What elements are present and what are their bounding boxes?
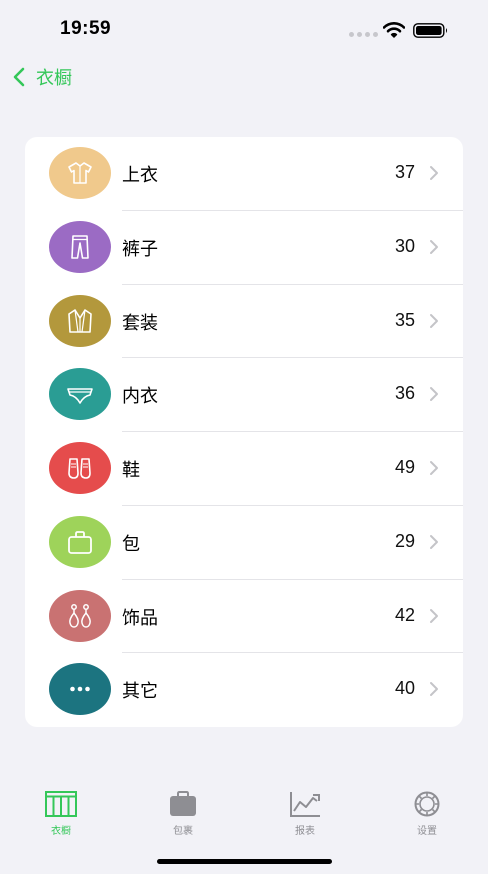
tab-bar: 衣橱 包裹 报表 设置 <box>0 790 488 846</box>
chevron-left-icon <box>13 67 25 87</box>
tab-package[interactable]: 包裹 <box>143 790 223 842</box>
category-row[interactable]: 裤子 30 <box>25 211 463 285</box>
category-count: 49 <box>394 457 415 477</box>
category-label: 上衣 <box>122 165 158 186</box>
chevron-right-icon <box>430 239 438 254</box>
earrings-icon <box>69 603 91 628</box>
pants-icon <box>71 234 89 259</box>
chevron-right-icon <box>430 387 438 402</box>
status-time: 19:59 <box>60 18 112 39</box>
cellular-signal-icon <box>349 32 378 37</box>
chevron-right-icon <box>430 166 438 180</box>
category-icon-badge <box>49 220 111 273</box>
chart-icon <box>290 792 320 817</box>
tab-label: 设置 <box>417 826 437 837</box>
category-row[interactable]: 其它 40 <box>25 653 463 727</box>
category-count: 36 <box>394 383 415 404</box>
underwear-icon <box>67 388 93 405</box>
category-icon-badge <box>49 442 111 494</box>
tab-settings[interactable]: 设置 <box>387 790 467 842</box>
chevron-right-icon <box>430 608 438 623</box>
category-row[interactable]: 饰品 42 <box>25 580 463 654</box>
bag-icon <box>68 530 92 554</box>
category-row[interactable]: 套装 35 <box>25 285 463 359</box>
category-row[interactable]: 上衣 37 <box>25 137 463 211</box>
category-label: 套装 <box>122 312 158 334</box>
chevron-right-icon <box>430 461 438 475</box>
category-label: 鞋 <box>122 460 140 481</box>
chevron-right-icon <box>430 313 438 328</box>
tab-wardrobe[interactable]: 衣橱 <box>21 790 101 842</box>
suit-icon <box>68 308 92 333</box>
back-button[interactable]: 衣橱 <box>10 62 72 92</box>
status-bar: 19:59 <box>0 0 488 56</box>
category-row[interactable]: 内衣 36 <box>25 358 463 432</box>
category-label: 内衣 <box>122 386 158 408</box>
category-icon-badge <box>49 589 111 642</box>
category-list: 上衣 37 裤子 30 套装 35 内衣 36 鞋 49 包 29 饰品 42 … <box>25 137 463 727</box>
category-icon-badge <box>49 294 111 347</box>
app-screen: 19:59 衣橱 上衣 37 裤子 30 套装 35 内衣 36 鞋 49 包 … <box>0 0 488 874</box>
tab-label: 衣橱 <box>51 826 71 837</box>
category-count: 42 <box>394 604 415 625</box>
home-indicator[interactable] <box>157 859 332 864</box>
category-label: 其它 <box>122 681 158 703</box>
category-row[interactable]: 包 29 <box>25 506 463 580</box>
battery-icon <box>413 23 447 38</box>
tab-report[interactable]: 报表 <box>265 790 345 842</box>
package-icon <box>170 791 196 816</box>
tab-label: 包裹 <box>173 826 193 837</box>
category-count: 29 <box>394 530 415 551</box>
category-icon-badge <box>49 147 111 199</box>
more-icon <box>70 686 90 692</box>
tab-label: 报表 <box>295 826 315 837</box>
wifi-icon <box>383 22 405 38</box>
category-icon-badge <box>49 515 111 568</box>
category-icon-badge <box>49 368 111 421</box>
shirt-icon <box>68 162 92 184</box>
category-label: 饰品 <box>122 607 158 629</box>
category-count: 30 <box>394 235 415 256</box>
chevron-right-icon <box>430 534 438 549</box>
category-row[interactable]: 鞋 49 <box>25 432 463 506</box>
category-count: 37 <box>394 162 415 182</box>
chevron-right-icon <box>430 682 438 697</box>
settings-icon <box>414 791 440 817</box>
shoes-icon <box>68 458 91 479</box>
back-button-label: 衣橱 <box>36 68 72 89</box>
category-icon-badge <box>49 663 111 716</box>
category-label: 裤子 <box>122 238 158 260</box>
category-count: 40 <box>394 678 415 699</box>
category-label: 包 <box>122 533 140 555</box>
category-count: 35 <box>394 309 415 330</box>
wardrobe-icon <box>45 791 77 817</box>
